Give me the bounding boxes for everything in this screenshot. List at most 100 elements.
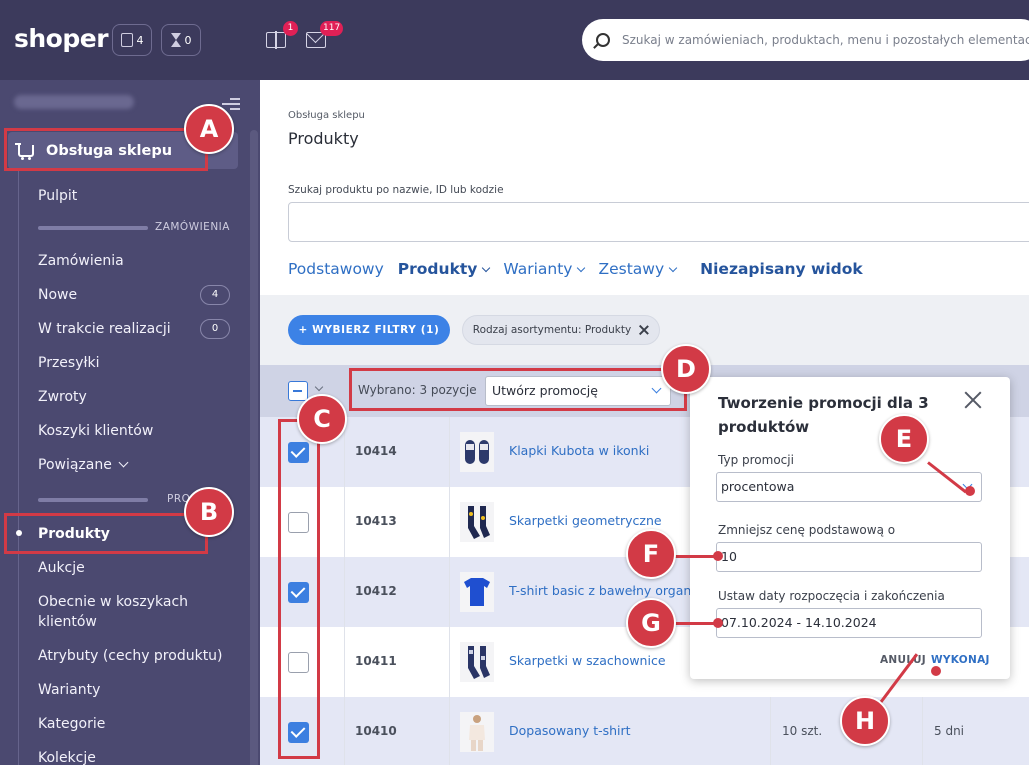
row-checkbox[interactable] [288,652,309,673]
sidebar-item-label: Obecnie w koszykach [38,594,189,610]
product-search-input[interactable] [288,202,1029,242]
chevron-down-icon [651,383,662,394]
chevron-down-icon[interactable] [314,382,324,392]
sidebar-item-products[interactable]: Produkty [38,524,110,544]
tab-label: Warianty [503,260,573,278]
documents-chip[interactable]: 4 [112,24,152,56]
tab-label: Zestawy [598,260,665,278]
choose-filters-button[interactable]: + WYBIERZ FILTRY (1) [288,315,450,345]
product-name-link[interactable]: Klapki Kubota w ikonki [509,443,699,458]
documents-count: 4 [136,33,144,47]
search-icon [596,33,610,47]
document-icon [120,33,133,47]
delivery-time: 5 dni [934,724,965,738]
sidebar: Obsługa sklepu Pulpit ZAMÓWIENIA Zamówie… [0,80,260,765]
annotation-dot-g [713,618,723,628]
row-checkbox[interactable] [288,722,309,743]
sidebar-item-new[interactable]: Nowe [38,285,77,305]
gift-icon[interactable] [266,31,286,49]
tab-basic[interactable]: Podstawowy [288,260,384,278]
product-thumbnail [460,642,494,682]
product-thumbnail [460,712,494,752]
global-search[interactable] [582,19,1029,61]
product-thumbnail [460,572,494,612]
sidebar-tree-line [18,170,19,765]
close-icon[interactable] [964,391,982,409]
annotation-marker-c: C [297,394,347,444]
row-checkbox[interactable] [288,582,309,603]
product-name-link[interactable]: Skarpetki geometryczne [509,513,699,528]
hourglass-icon [170,33,181,47]
mail-badge: 117 [320,21,344,36]
sidebar-item-label: Powiązane [38,457,112,473]
row-checkbox[interactable] [288,442,309,463]
product-id: 10413 [355,514,397,528]
count-badge-in-progress: 0 [200,319,230,339]
sidebar-item-orders[interactable]: Zamówienia [38,251,124,271]
chevron-down-icon [668,263,678,273]
annotation-marker-g: G [626,598,676,648]
sidebar-item-dashboard[interactable]: Pulpit [38,186,77,206]
sidebar-item-collections[interactable]: Kolekcje [38,748,96,765]
promotion-type-select[interactable]: procentowa [716,472,982,502]
sidebar-item-variants[interactable]: Warianty [38,680,100,700]
filter-chip[interactable]: Rodzaj asortymentu: Produkty [462,315,660,345]
cancel-button[interactable]: ANULUJ [880,654,926,666]
sidebar-item-in-carts[interactable]: Obecnie w koszykach klientów [38,592,188,632]
sidebar-item-related[interactable]: Powiązane [38,455,129,475]
annotation-marker-b: B [184,487,234,537]
table-row[interactable]: 10410 Dopasowany t-shirt 10 szt. 5 dni [260,697,1029,765]
annotation-marker-a: A [184,104,234,154]
sidebar-scrollbar[interactable] [250,130,258,765]
sidebar-item-auctions[interactable]: Aukcje [38,558,85,578]
reduce-price-input[interactable]: 10 [716,542,982,572]
tab-variants[interactable]: Warianty [503,260,586,278]
product-id: 10412 [355,584,397,598]
page-header: Obsługa sklepu Produkty Szukaj produktu … [260,80,1029,295]
annotation-marker-d: D [661,344,711,394]
pending-chip[interactable]: 0 [161,24,201,56]
count-badge-new: 4 [200,285,230,305]
sidebar-item-attributes[interactable]: Atrybuty (cechy produktu) [38,646,223,666]
annotation-marker-f: F [626,529,676,579]
divider [38,498,148,502]
tab-sets[interactable]: Zestawy [598,260,678,278]
product-id: 10411 [355,654,397,668]
sidebar-item-returns[interactable]: Zwroty [38,387,87,407]
select-all-checkbox[interactable] [288,381,308,401]
shoper-logo[interactable]: shoper [14,24,109,53]
row-checkbox[interactable] [288,512,309,533]
annotation-marker-h: H [840,696,890,746]
chevron-down-icon [577,263,586,273]
product-name-link[interactable]: Skarpetki w szachownice [509,653,699,668]
close-icon[interactable] [639,325,649,335]
product-name-link[interactable]: Dopasowany t-shirt [509,723,699,738]
sidebar-section-label: Obsługa sklepu [46,142,173,159]
bulk-action-select[interactable]: Utwórz promocję [485,376,671,406]
sidebar-item-customer-carts[interactable]: Koszyki klientów [38,421,153,441]
date-range-label: Ustaw daty rozpoczęcia i zakończenia [718,589,945,603]
global-search-input[interactable] [622,33,1029,47]
pending-count: 0 [184,33,192,47]
tab-unsaved-view[interactable]: Niezapisany widok [700,260,863,278]
sidebar-item-label: klientów [38,614,97,630]
collapse-sidebar-icon[interactable] [222,98,240,110]
chevron-down-icon [118,457,129,468]
breadcrumb[interactable]: Obsługa sklepu [288,110,365,121]
product-name-link[interactable]: T-shirt basic z bawełny organicznej [509,583,699,598]
product-thumbnail [460,502,494,542]
execute-button[interactable]: WYKONAJ [931,654,990,666]
tab-products[interactable]: Produkty [398,260,491,278]
sidebar-item-categories[interactable]: Kategorie [38,714,105,734]
filter-chip-label: Rodzaj asortymentu: Produkty [472,324,632,336]
store-name-blurred [14,95,134,109]
sidebar-item-in-progress[interactable]: W trakcie realizacji [38,319,171,339]
sidebar-item-shipments[interactable]: Przesyłki [38,353,99,373]
annotation-dot-f [713,551,723,561]
product-thumbnail [460,432,494,472]
product-id: 10410 [355,724,397,738]
stock-quantity: 10 szt. [782,724,823,738]
promotion-type-label: Typ promocji [718,453,794,467]
date-range-input[interactable]: 07.10.2024 - 14.10.2024 [716,608,982,638]
create-promotion-dialog: Tworzenie promocji dla 3 produktów Typ p… [690,377,1010,679]
